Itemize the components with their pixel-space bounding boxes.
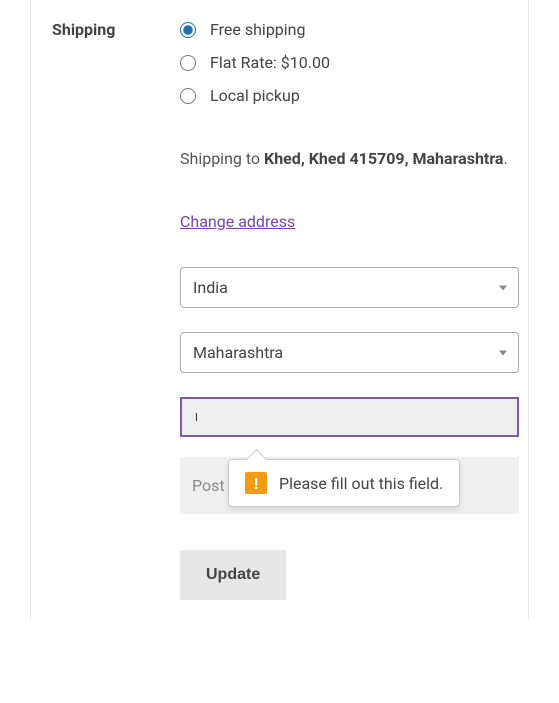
- state-select[interactable]: Maharashtra: [180, 332, 519, 373]
- radio-free-shipping[interactable]: [180, 22, 196, 38]
- state-value: Maharashtra: [193, 343, 283, 362]
- change-address-link[interactable]: Change address: [180, 212, 295, 231]
- radio-label: Local pickup: [210, 86, 300, 105]
- update-button[interactable]: Update: [180, 550, 286, 600]
- country-select-box[interactable]: India: [180, 267, 519, 308]
- state-select-box[interactable]: Maharashtra: [180, 332, 519, 373]
- city-input[interactable]: [180, 397, 519, 437]
- radio-label: Free shipping: [210, 20, 306, 39]
- content-column: Free shipping Flat Rate: $10.00 Local pi…: [180, 20, 529, 600]
- country-value: India: [193, 278, 228, 297]
- chevron-down-icon: [499, 350, 507, 355]
- city-input-wrap: ! Please fill out this field.: [180, 397, 519, 437]
- shipping-option-free[interactable]: Free shipping: [180, 20, 519, 39]
- radio-label: Flat Rate: $10.00: [210, 53, 330, 72]
- warning-icon: !: [245, 472, 267, 494]
- validation-message: Please fill out this field.: [279, 474, 443, 493]
- shipping-option-flat[interactable]: Flat Rate: $10.00: [180, 53, 519, 72]
- validation-tooltip: ! Please fill out this field.: [228, 459, 460, 507]
- shipping-suffix: .: [504, 149, 508, 168]
- left-divider: [30, 0, 31, 620]
- shipping-section: Shipping Free shipping Flat Rate: $10.00…: [0, 0, 559, 620]
- shipping-prefix: Shipping to: [180, 149, 264, 168]
- right-divider: [528, 0, 529, 620]
- shipping-options: Free shipping Flat Rate: $10.00 Local pi…: [180, 20, 519, 105]
- shipping-option-pickup[interactable]: Local pickup: [180, 86, 519, 105]
- chevron-down-icon: [499, 285, 507, 290]
- text-cursor: [196, 413, 197, 421]
- radio-flat-rate[interactable]: [180, 55, 196, 71]
- radio-local-pickup[interactable]: [180, 88, 196, 104]
- postcode-placeholder: Post: [192, 476, 225, 495]
- country-select[interactable]: India: [180, 267, 519, 308]
- shipping-destination: Shipping to Khed, Khed 415709, Maharasht…: [180, 145, 519, 172]
- shipping-label: Shipping: [52, 20, 115, 39]
- label-column: Shipping: [30, 20, 180, 600]
- shipping-address: Khed, Khed 415709, Maharashtra: [264, 149, 503, 168]
